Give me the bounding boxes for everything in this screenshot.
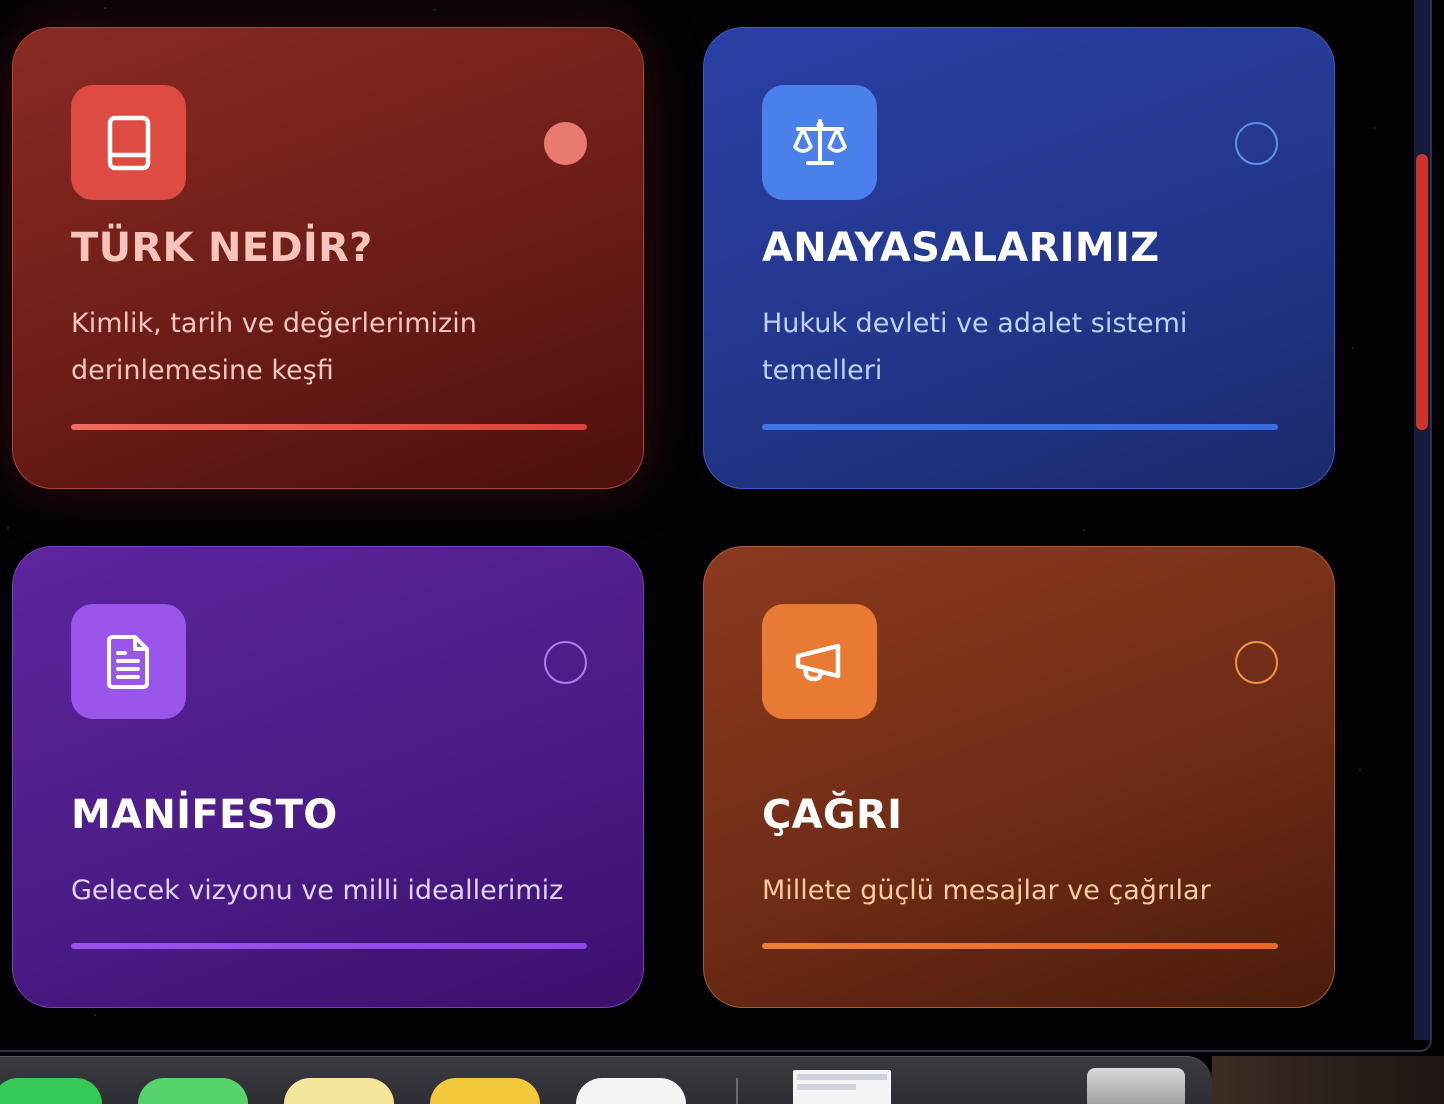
messages-app-icon[interactable] — [138, 1078, 248, 1104]
app-icon[interactable] — [576, 1078, 686, 1104]
phone-app-icon[interactable] — [0, 1078, 102, 1104]
notes-app-icon[interactable] — [284, 1078, 394, 1104]
minimized-window-thumbnail[interactable] — [793, 1070, 891, 1104]
browser-viewport: TÜRK NEDİR? Kimlik, tarih ve değerlerimi… — [0, 0, 1444, 1104]
window-frame — [0, 0, 1432, 1052]
trash-icon[interactable] — [1087, 1068, 1185, 1104]
dock-divider — [736, 1078, 738, 1104]
stickies-app-icon[interactable] — [430, 1078, 540, 1104]
desktop-wallpaper — [1212, 1056, 1444, 1104]
